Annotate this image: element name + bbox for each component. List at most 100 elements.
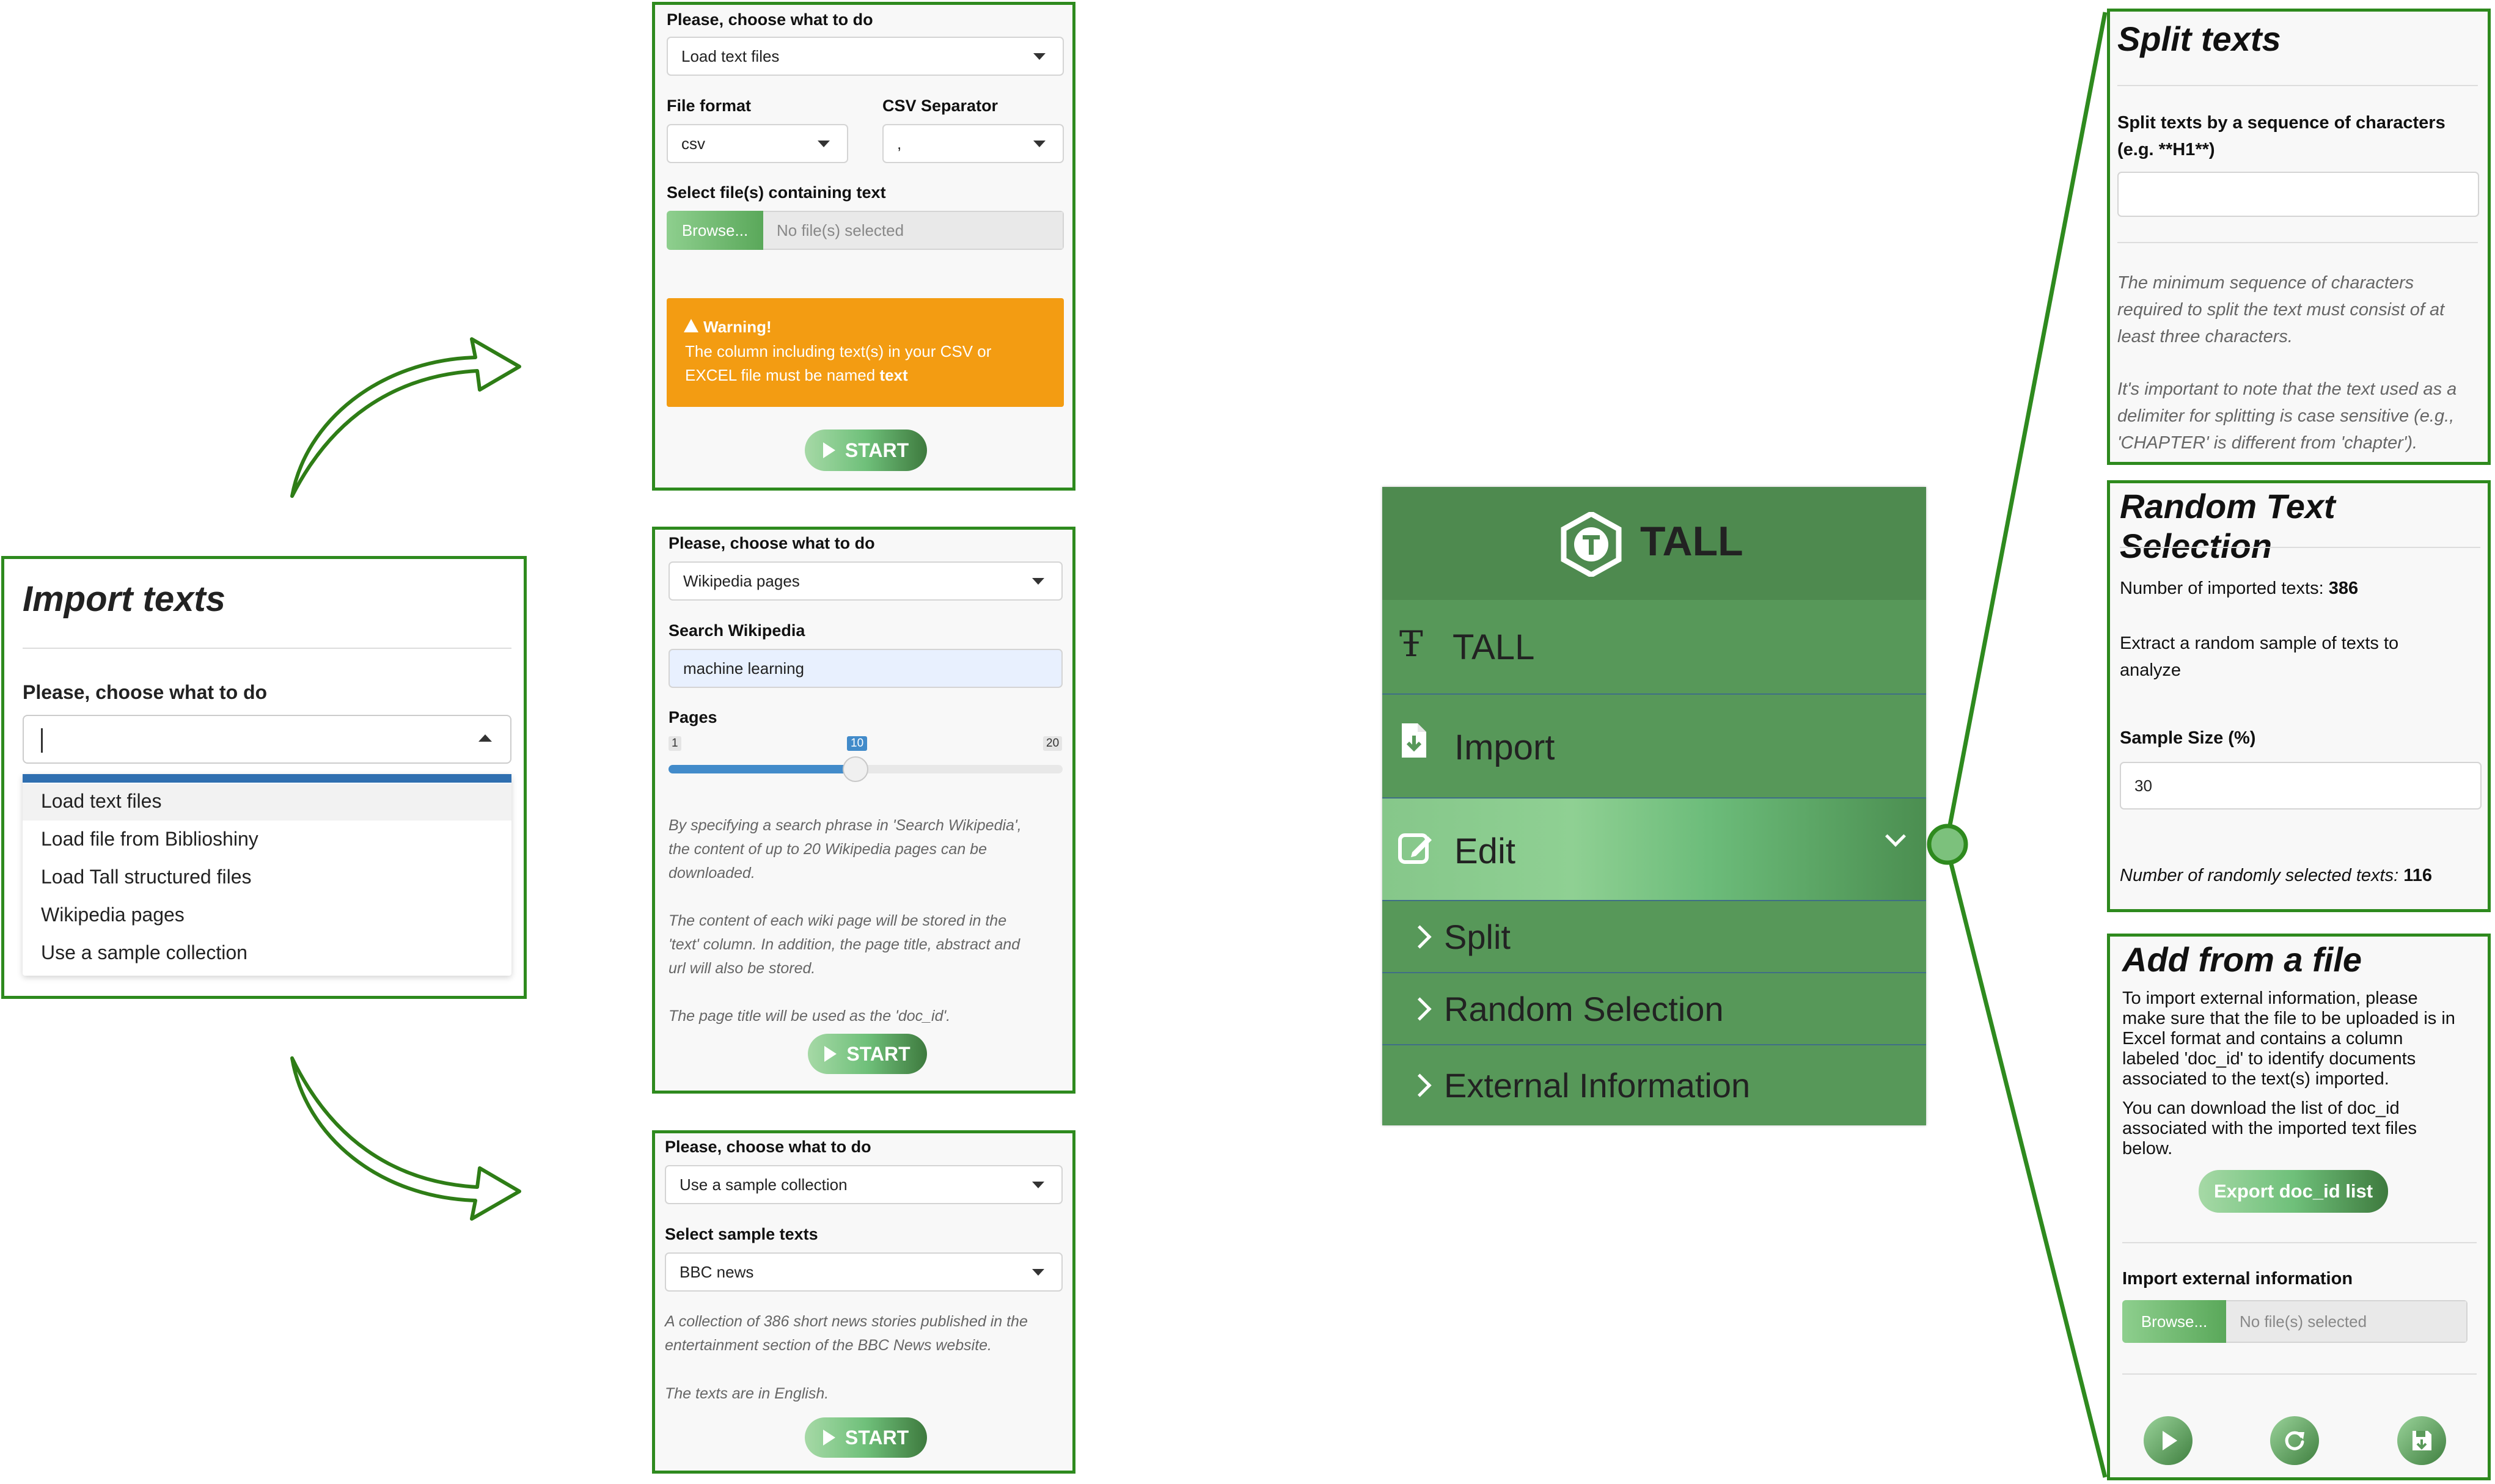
refresh-icon [2285, 1431, 2304, 1450]
dropdown-option[interactable]: Use a sample collection [41, 941, 247, 964]
browse-button[interactable]: Browse... [667, 211, 763, 250]
sidebar-subitem-label: Split [1444, 917, 1511, 956]
no-file-text: No file(s) selected [763, 211, 1064, 250]
selected-count: Number of randomly selected texts: 116 [2120, 862, 2432, 889]
sidebar-subitem-label: Random Selection [1444, 989, 1724, 1028]
play-icon [824, 1046, 837, 1062]
warning-bold-text: text [879, 366, 908, 384]
sidebar-item-import[interactable]: Import [1382, 695, 1926, 799]
import-icon [1402, 723, 1426, 758]
help-line: 'CHAPTER' is different from 'chapter'). [2117, 433, 2418, 453]
sample-size-input[interactable]: 30 [2120, 762, 2482, 810]
wikipedia-panel: Please, choose what to do Wikipedia page… [652, 527, 1075, 1094]
sample-size-label: Sample Size (%) [2120, 728, 2256, 748]
sidebar-item-label: Edit [1454, 832, 1515, 871]
imported-count-value: 386 [2328, 579, 2359, 598]
play-icon [2163, 1431, 2177, 1450]
export-doc-id-button[interactable]: Export doc_id list [2199, 1170, 2388, 1213]
help-line: entertainment section of the BBC News we… [665, 1337, 992, 1354]
dropdown-highlight-bar [23, 774, 511, 783]
sidebar-subitem-external-information[interactable]: External Information [1382, 1045, 1926, 1125]
refresh-button[interactable] [2270, 1416, 2319, 1465]
chevron-right-icon [1408, 924, 1432, 949]
choose-select[interactable]: Use a sample collection [665, 1165, 1063, 1204]
divider [2122, 1373, 2477, 1375]
run-button[interactable] [2144, 1416, 2193, 1465]
help-text: The content of each wiki page will be st… [669, 909, 1020, 981]
split-label-line: Split texts by a sequence of characters [2117, 113, 2446, 133]
file-format-select[interactable]: csv [667, 124, 848, 163]
help-line: delimiter for splitting is case sensitiv… [2117, 406, 2455, 426]
dropdown-option[interactable]: Load file from Biblioshiny [41, 828, 258, 850]
browse-button[interactable]: Browse... [2122, 1300, 2226, 1343]
slider-value-label: 10 [847, 736, 868, 751]
imported-count: Number of imported texts: 386 [2120, 575, 2358, 602]
choose-select-value: Load text files [681, 46, 780, 65]
sample-select[interactable]: BBC news [665, 1252, 1063, 1292]
select-files-label: Select file(s) containing text [667, 183, 886, 202]
help-line: url will also be stored. [669, 960, 816, 977]
sidebar-item-label: TALL [1453, 627, 1535, 667]
dropdown-list: Load text files Load file from Biblioshi… [23, 774, 511, 976]
sidebar-subitem-split[interactable]: Split [1382, 901, 1926, 973]
start-button-label: START [844, 439, 909, 461]
start-button-label: START [846, 1042, 910, 1065]
sidebar-item-tall[interactable]: Ŧ TALL [1382, 600, 1926, 695]
choose-label: Please, choose what to do [665, 1138, 871, 1156]
divider [2117, 242, 2478, 243]
warning-title: Warning! [703, 318, 772, 336]
search-input[interactable]: machine learning [669, 649, 1063, 688]
chevron-down-icon[interactable] [1885, 826, 1906, 847]
pages-label: Pages [669, 708, 717, 726]
load-text-files-panel: Please, choose what to do Load text file… [652, 2, 1075, 491]
sidebar-subitem-random-selection[interactable]: Random Selection [1382, 973, 1926, 1045]
file-upload[interactable]: Browse... No file(s) selected [2122, 1300, 2468, 1343]
dropdown-option[interactable]: Wikipedia pages [41, 904, 185, 926]
caret-down-icon [1032, 1182, 1044, 1188]
start-button[interactable]: START [805, 429, 927, 471]
choose-select[interactable]: Load text files [667, 37, 1064, 76]
caret-down-icon [1032, 1269, 1044, 1276]
connector-lines [1927, 12, 2108, 1478]
chevron-right-icon [1408, 1073, 1432, 1097]
sidebar-item-edit[interactable]: Edit [1382, 799, 1926, 901]
file-upload[interactable]: Browse... No file(s) selected [667, 211, 1064, 250]
dropdown-option[interactable]: Load Tall structured files [41, 866, 251, 888]
choose-label: Please, choose what to do [667, 10, 873, 29]
choose-select-value: Wikipedia pages [683, 571, 800, 590]
extract-line: Extract a random sample of texts to [2120, 634, 2399, 653]
pages-slider[interactable] [669, 756, 1063, 782]
file-help-line: labeled 'doc_id' to identify documents [2122, 1049, 2416, 1069]
warning-text: EXCEL file must be named [685, 366, 880, 384]
slider-handle[interactable] [842, 756, 868, 782]
csv-separator-value: , [897, 134, 902, 153]
sidebar-header: TALL [1382, 487, 1926, 600]
help-line: 'text' column. In addition, the page tit… [669, 936, 1020, 953]
curved-arrow-down-icon [290, 1056, 521, 1221]
panel-title: Import texts [23, 579, 225, 619]
random-selection-panel: Random Text Selection Number of imported… [2107, 480, 2491, 912]
choose-select[interactable]: Wikipedia pages [669, 561, 1063, 601]
file-format-label: File format [667, 97, 752, 115]
start-button[interactable]: START [808, 1034, 927, 1074]
help-text: The page title will be used as the 'doc_… [669, 1007, 951, 1025]
help-line: The minimum sequence of characters [2117, 273, 2414, 293]
split-label: Split texts by a sequence of characters … [2117, 109, 2446, 163]
file-format-value: csv [681, 134, 705, 153]
split-sequence-input[interactable] [2117, 172, 2479, 217]
help-line: A collection of 386 short news stories p… [665, 1313, 1028, 1330]
save-button[interactable] [2397, 1416, 2446, 1465]
start-button[interactable]: START [805, 1417, 927, 1458]
warning-line: The column including text(s) in your CSV… [685, 342, 992, 360]
text-cursor [41, 728, 43, 753]
help-text: The texts are in English. [665, 1385, 829, 1402]
choose-select[interactable] [23, 715, 511, 764]
play-icon [823, 1430, 835, 1446]
csv-separator-label: CSV Separator [882, 97, 998, 115]
choose-label: Please, choose what to do [669, 534, 875, 552]
file-help-line: associated with the imported text files [2122, 1119, 2417, 1138]
caret-up-icon [478, 734, 492, 742]
dropdown-option-label: Load text files [41, 790, 162, 812]
choose-select-value: Use a sample collection [680, 1175, 848, 1194]
csv-separator-select[interactable]: , [882, 124, 1064, 163]
